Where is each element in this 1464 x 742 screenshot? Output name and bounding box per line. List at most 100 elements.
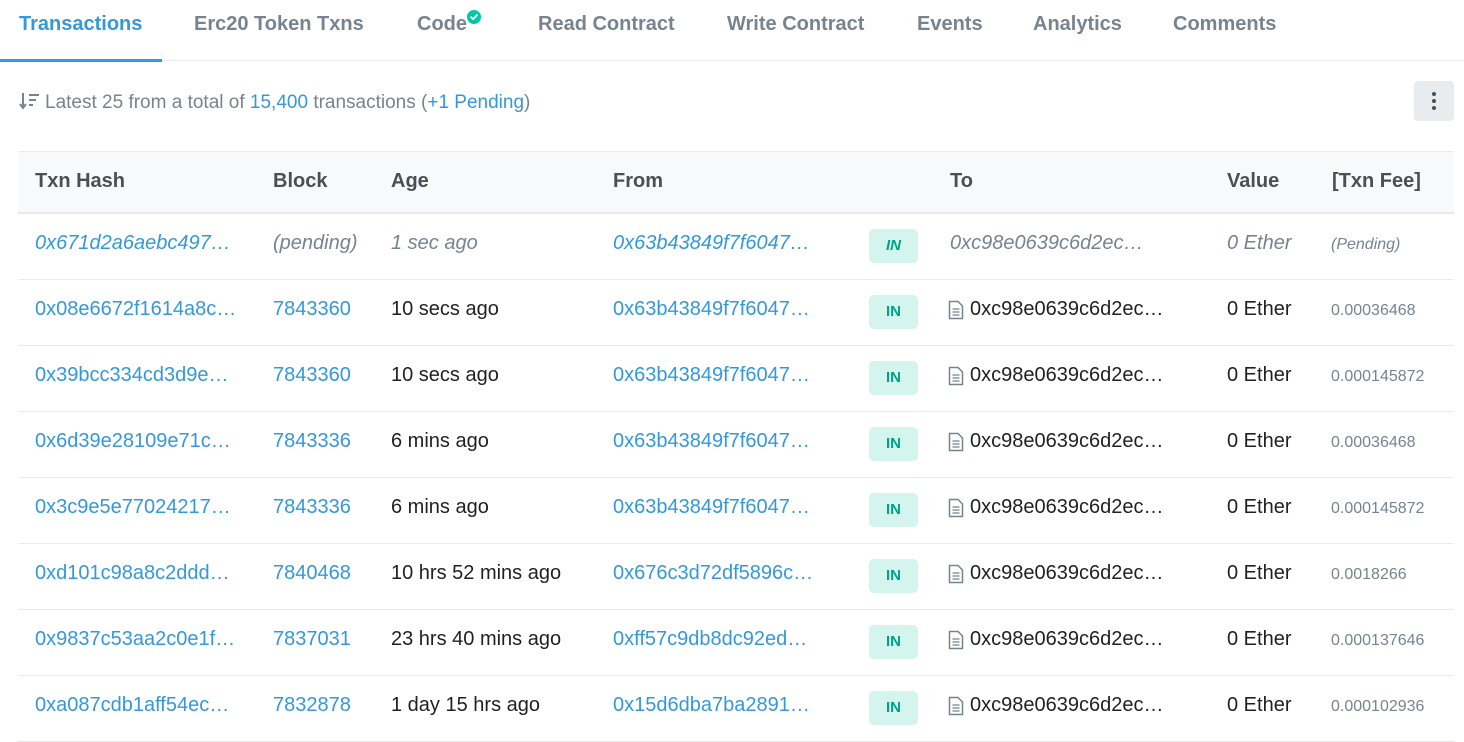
header-block: Block xyxy=(273,170,328,192)
tab-code[interactable]: Code xyxy=(417,0,481,61)
txn-fee-text: (Pending) xyxy=(1331,236,1401,253)
direction-badge: IN xyxy=(869,427,918,461)
contract-document-icon xyxy=(948,564,964,584)
to-address[interactable]: 0xc98e0639c6d2ec… xyxy=(970,298,1163,321)
block-link[interactable]: 7843360 xyxy=(273,364,351,387)
txn-hash-link[interactable]: 0x6d39e28109e71c… xyxy=(35,430,231,453)
table-header: Txn Hash Block Age From To Value [Txn Fe… xyxy=(18,151,1454,214)
header-from: From xyxy=(613,170,663,192)
block-link[interactable]: 7840468 xyxy=(273,562,351,585)
contract-document-icon xyxy=(948,630,964,650)
to-address[interactable]: 0xc98e0639c6d2ec… xyxy=(970,364,1163,387)
vertical-dots-icon-dot xyxy=(1432,106,1436,110)
tab-comments[interactable]: Comments xyxy=(1173,0,1276,61)
check-circle-icon xyxy=(467,10,481,24)
age-text: 1 sec ago xyxy=(391,232,478,254)
table-row: 0x08e6672f1614a8c… 7843360 10 secs ago 0x63… xyxy=(18,280,1454,346)
contract-document-icon xyxy=(948,498,964,518)
contract-document-icon xyxy=(948,432,964,452)
txn-hash-link[interactable]: 0x9837c53aa2c0e1f… xyxy=(35,628,235,651)
value-text: 0 Ether xyxy=(1227,430,1292,452)
value-text: 0 Ether xyxy=(1227,694,1292,716)
table-row: 0xd101c98a8c2ddd… 7840468 10 hrs 52 mins a… xyxy=(18,544,1454,610)
from-address-link[interactable]: 0x63b43849f7f6047… xyxy=(613,298,810,321)
tab-analytics[interactable]: Analytics xyxy=(1033,0,1122,61)
table-body: 0x671d2a6aebc497… (pending) 1 sec ago 0x63b… xyxy=(18,214,1454,742)
block-link[interactable]: 7843336 xyxy=(273,496,351,519)
txn-fee-text: 0.00036468 xyxy=(1331,434,1416,451)
table-row: 0xa087cdb1aff54ec… 7832878 1 day 15 hrs ag… xyxy=(18,676,1454,742)
summary-prefix: Latest 25 from a total of xyxy=(45,92,245,113)
contract-document-icon xyxy=(948,300,964,320)
from-address-link[interactable]: 0x63b43849f7f6047… xyxy=(613,232,810,255)
tab-transactions[interactable]: Transactions xyxy=(0,0,163,62)
txn-hash-link[interactable]: 0xd101c98a8c2ddd… xyxy=(35,562,230,585)
txn-hash-link[interactable]: 0x08e6672f1614a8c… xyxy=(35,298,236,321)
pending-link[interactable]: +1 Pending xyxy=(427,92,524,113)
to-address[interactable]: 0xc98e0639c6d2ec… xyxy=(970,430,1163,453)
table-row: 0x671d2a6aebc497… (pending) 1 sec ago 0x63b… xyxy=(18,214,1454,280)
txn-fee-text: 0.000145872 xyxy=(1331,500,1425,517)
block-link: (pending) xyxy=(273,232,358,254)
block-link[interactable]: 7837031 xyxy=(273,628,351,651)
table-row: 0x39bcc334cd3d9e… 7843360 10 secs ago 0x63b… xyxy=(18,346,1454,412)
tab-erc20-token-txns[interactable]: Erc20 Token Txns xyxy=(194,0,364,61)
direction-badge: IN xyxy=(869,493,918,527)
direction-badge: IN xyxy=(869,229,918,263)
header-txn-fee[interactable]: [Txn Fee] xyxy=(1332,170,1421,193)
summary-suffix: ) xyxy=(524,92,531,113)
age-text: 6 mins ago xyxy=(391,496,489,518)
block-link[interactable]: 7843336 xyxy=(273,430,351,453)
from-address-link[interactable]: 0x63b43849f7f6047… xyxy=(613,430,810,453)
to-address[interactable]: 0xc98e0639c6d2ec… xyxy=(970,562,1163,585)
block-link[interactable]: 7832878 xyxy=(273,694,351,717)
value-text: 0 Ether xyxy=(1227,628,1292,650)
tab-events[interactable]: Events xyxy=(917,0,983,61)
to-address[interactable]: 0xc98e0639c6d2ec… xyxy=(970,694,1163,717)
from-address-link[interactable]: 0x676c3d72df5896c… xyxy=(613,562,813,585)
transaction-summary: Latest 25 from a total of 15,400 transac… xyxy=(19,89,530,117)
value-text: 0 Ether xyxy=(1227,496,1292,518)
table-row: 0x6d39e28109e71c… 7843336 6 mins ago 0x63b4… xyxy=(18,412,1454,478)
block-link[interactable]: 7843360 xyxy=(273,298,351,321)
contract-document-icon xyxy=(948,366,964,386)
value-text: 0 Ether xyxy=(1227,232,1292,254)
txn-fee-text: 0.000102936 xyxy=(1331,698,1425,715)
transactions-table: Txn Hash Block Age From To Value [Txn Fe… xyxy=(18,151,1454,742)
from-address-link[interactable]: 0x15d6dba7ba2891… xyxy=(613,694,810,717)
age-text: 10 hrs 52 mins ago xyxy=(391,562,562,584)
age-text: 10 secs ago xyxy=(391,364,499,386)
table-row: 0x3c9e5e77024217… 7843336 6 mins ago 0x63b4… xyxy=(18,478,1454,544)
header-to: To xyxy=(950,170,973,192)
tab-read-contract[interactable]: Read Contract xyxy=(538,0,675,61)
txn-fee-text: 0.000137646 xyxy=(1331,632,1425,649)
direction-badge: IN xyxy=(869,625,918,659)
direction-badge: IN xyxy=(869,295,918,329)
from-address-link[interactable]: 0x63b43849f7f6047… xyxy=(613,364,810,387)
direction-badge: IN xyxy=(869,559,918,593)
txn-hash-link[interactable]: 0x3c9e5e77024217… xyxy=(35,496,231,519)
total-count-link[interactable]: 15,400 xyxy=(250,92,308,113)
txn-hash-link[interactable]: 0x671d2a6aebc497… xyxy=(35,232,231,255)
direction-badge: IN xyxy=(869,361,918,395)
more-options-button[interactable] xyxy=(1414,81,1454,121)
to-address: 0xc98e0639c6d2ec… xyxy=(950,232,1144,254)
txn-hash-link[interactable]: 0x39bcc334cd3d9e… xyxy=(35,364,228,387)
tab-write-contract[interactable]: Write Contract xyxy=(727,0,864,61)
txn-hash-link[interactable]: 0xa087cdb1aff54ec… xyxy=(35,694,229,717)
value-text: 0 Ether xyxy=(1227,562,1292,584)
txn-fee-text: 0.000145872 xyxy=(1331,368,1425,385)
to-address[interactable]: 0xc98e0639c6d2ec… xyxy=(970,628,1163,651)
age-text: 10 secs ago xyxy=(391,298,499,320)
txn-fee-text: 0.00036468 xyxy=(1331,302,1416,319)
age-text: 6 mins ago xyxy=(391,430,489,452)
to-address[interactable]: 0xc98e0639c6d2ec… xyxy=(970,496,1163,519)
vertical-dots-icon-dot xyxy=(1432,99,1436,103)
from-address-link[interactable]: 0x63b43849f7f6047… xyxy=(613,496,810,519)
table-row: 0x9837c53aa2c0e1f… 7837031 23 hrs 40 mins … xyxy=(18,610,1454,676)
sort-descending-icon xyxy=(19,93,39,110)
tab-code-label: Code xyxy=(417,13,467,35)
summary-middle: transactions ( xyxy=(313,92,428,113)
from-address-link[interactable]: 0xff57c9db8dc92ed… xyxy=(613,628,807,651)
age-text: 23 hrs 40 mins ago xyxy=(391,628,562,650)
